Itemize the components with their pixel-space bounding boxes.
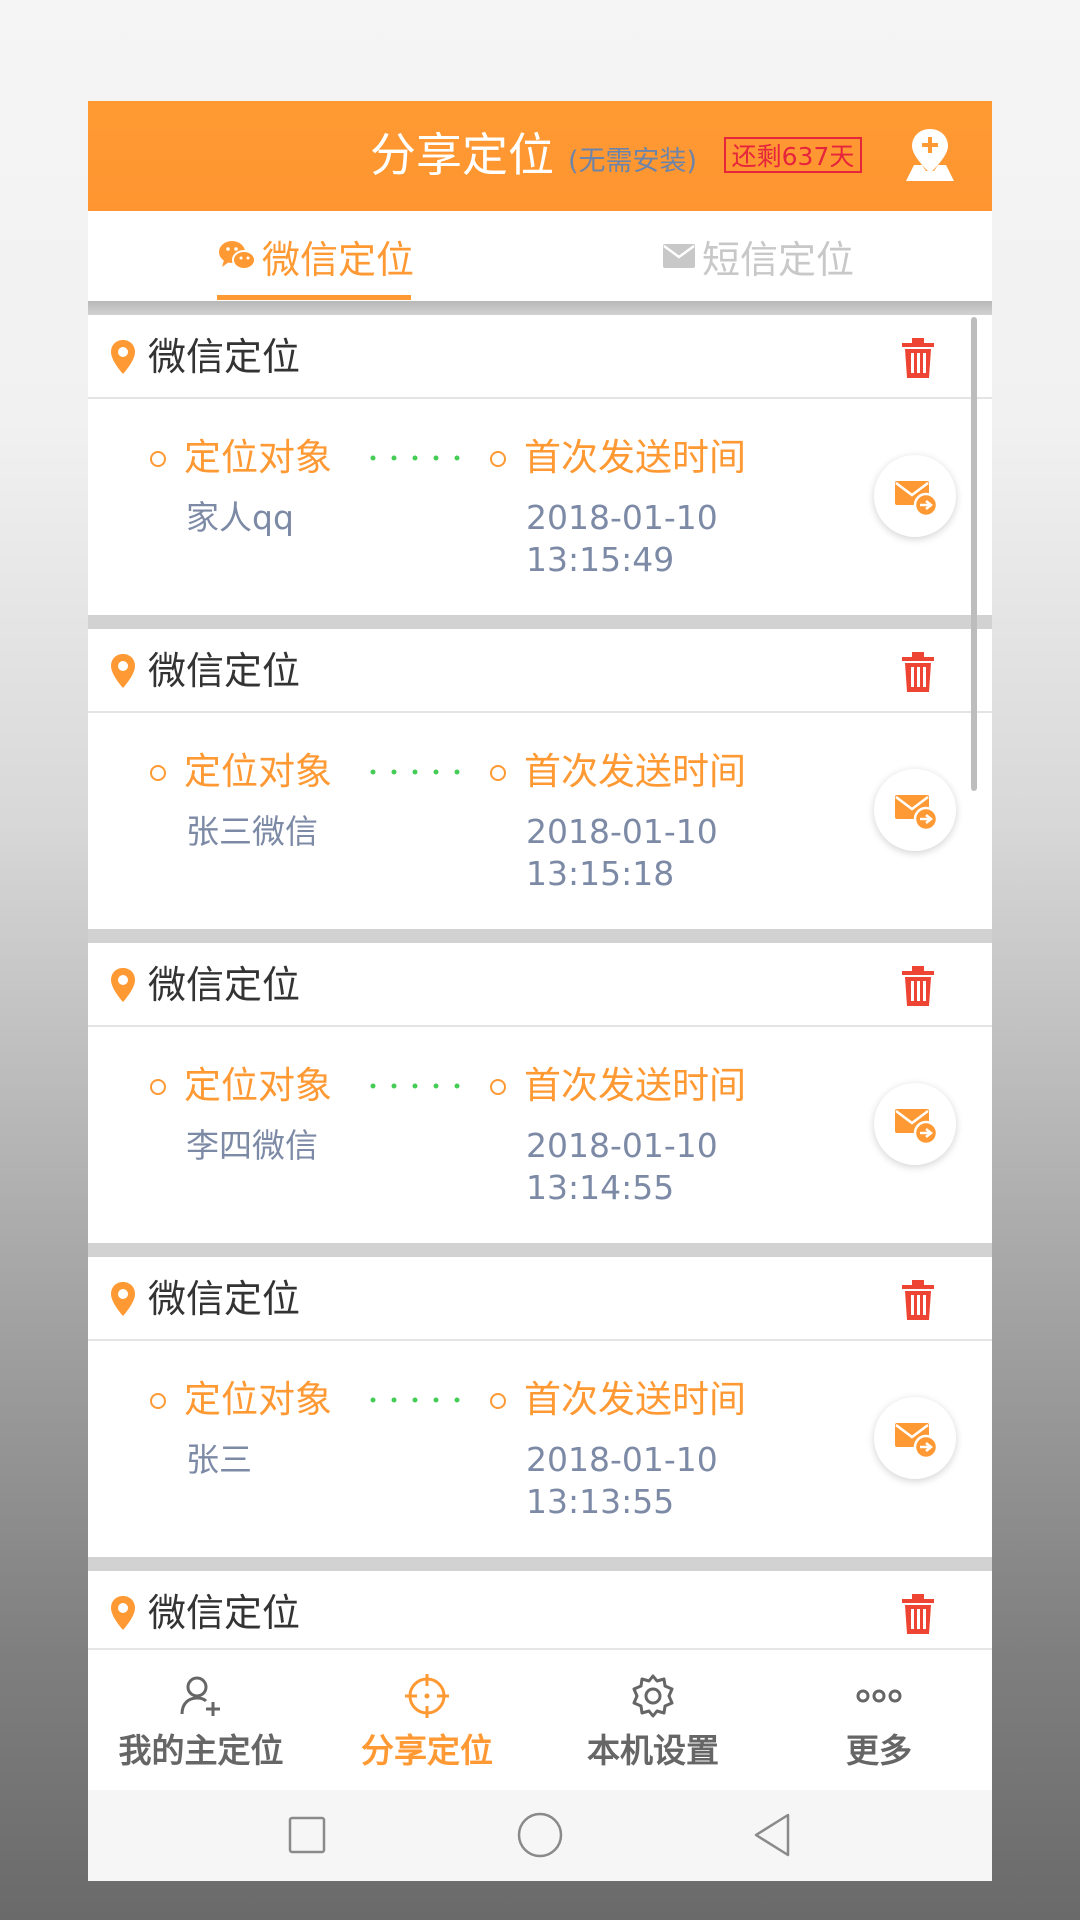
send-date: 2018-01-10 [526, 1126, 718, 1165]
ring-marker [150, 451, 166, 467]
nav-label: 分享定位 [361, 1731, 493, 1770]
nav-device-settings[interactable]: 本机设置 [540, 1650, 766, 1792]
tab-wechat-location[interactable]: 微信定位 [218, 211, 416, 301]
ring-marker [490, 765, 506, 781]
target-value: 家人qq [186, 498, 294, 537]
delete-icon[interactable] [900, 337, 936, 379]
resend-button[interactable] [874, 1397, 956, 1479]
mail-icon [663, 244, 695, 268]
active-tab-indicator [217, 295, 411, 300]
delete-icon[interactable] [900, 651, 936, 693]
location-pin-icon [111, 340, 135, 374]
send-mail-icon [895, 481, 938, 517]
send-date: 2018-01-10 [526, 1440, 718, 1479]
ring-marker [150, 765, 166, 781]
share-card-header: 微信定位 [88, 943, 992, 1027]
send-time: 13:13:55 [526, 1482, 675, 1521]
crosshair-icon [405, 1674, 449, 1718]
add-location-button[interactable] [900, 125, 960, 185]
target-value: 李四微信 [186, 1126, 318, 1165]
tab-wechat-label: 微信定位 [262, 237, 415, 282]
dotted-connector [370, 769, 460, 775]
share-card: 微信定位 定位对象 首次发送时间 家人qq 2018-01-10 13:15:4… [88, 315, 992, 615]
target-label: 定位对象 [184, 750, 332, 793]
nav-my-location[interactable]: 我的主定位 [88, 1650, 314, 1792]
share-card-title: 微信定位 [148, 1591, 301, 1635]
page-title: 分享定位 [370, 128, 554, 182]
send-date: 2018-01-10 [526, 812, 718, 851]
tab-sms-label: 短信定位 [702, 237, 855, 282]
recent-apps-icon[interactable] [282, 1810, 332, 1860]
back-icon[interactable] [748, 1810, 798, 1860]
first-send-time-label: 首次发送时间 [524, 1378, 746, 1421]
send-time: 13:14:55 [526, 1168, 675, 1207]
dotted-connector [370, 455, 460, 461]
share-card: 微信定位 定位对象 首次发送时间 李四微信 2018-01-10 13:14:5… [88, 943, 992, 1243]
share-card-title: 微信定位 [148, 649, 301, 693]
ring-marker [490, 451, 506, 467]
target-label: 定位对象 [184, 1064, 332, 1107]
share-card-header: 微信定位 [88, 629, 992, 713]
delete-icon[interactable] [900, 1279, 936, 1321]
app-screen: 分享定位 (无需安装) 还剩637天 微信定位 短信定位 微信定位 定位对象 首… [88, 101, 992, 1881]
first-send-time-label: 首次发送时间 [524, 436, 746, 479]
days-remaining-badge: 还剩637天 [724, 137, 862, 173]
share-card: 微信定位 定位对象 首次发送时间 张三微信 2018-01-10 13:15:1… [88, 629, 992, 929]
tab-bar: 微信定位 短信定位 [88, 211, 992, 301]
nav-label: 我的主定位 [118, 1731, 284, 1770]
share-card-header: 微信定位 [88, 1257, 992, 1341]
page-subtitle: (无需安装) [568, 146, 698, 177]
location-pin-icon [111, 1596, 135, 1630]
target-label: 定位对象 [184, 436, 332, 479]
delete-icon[interactable] [900, 965, 936, 1007]
bottom-nav: 我的主定位 分享定位 本机设置 更多 [88, 1648, 992, 1790]
location-pin-icon [111, 654, 135, 688]
ring-marker [490, 1393, 506, 1409]
add-user-icon [180, 1676, 220, 1716]
share-card-header: 微信定位 [88, 315, 992, 399]
target-value: 张三 [186, 1440, 252, 1479]
first-send-time-label: 首次发送时间 [524, 750, 746, 793]
scrollbar[interactable] [971, 317, 977, 791]
target-value: 张三微信 [186, 812, 318, 851]
gear-icon [632, 1674, 674, 1718]
dotted-connector [370, 1083, 460, 1089]
system-nav-bar [88, 1790, 992, 1881]
wechat-icon [219, 241, 256, 270]
share-card-title: 微信定位 [148, 963, 301, 1007]
resend-button[interactable] [874, 769, 956, 851]
send-mail-icon [895, 1423, 938, 1459]
send-date: 2018-01-10 [526, 498, 718, 537]
ring-marker [490, 1079, 506, 1095]
send-mail-icon [895, 795, 938, 831]
location-pin-icon [111, 1282, 135, 1316]
nav-more[interactable]: 更多 [766, 1650, 992, 1792]
app-header: 分享定位 (无需安装) 还剩637天 [88, 101, 992, 211]
ring-marker [150, 1079, 166, 1095]
resend-button[interactable] [874, 455, 956, 537]
location-pin-icon [111, 968, 135, 1002]
resend-button[interactable] [874, 1083, 956, 1165]
nav-label: 更多 [846, 1731, 912, 1770]
nav-label: 本机设置 [587, 1731, 719, 1770]
delete-icon[interactable] [900, 1593, 936, 1635]
target-label: 定位对象 [184, 1378, 332, 1421]
send-time: 13:15:49 [526, 540, 675, 579]
nav-share-location[interactable]: 分享定位 [314, 1650, 540, 1792]
share-card-title: 微信定位 [148, 1277, 301, 1321]
share-card-header: 微信定位 [88, 1571, 992, 1655]
dotted-connector [370, 1397, 460, 1403]
tabs-shadow [88, 301, 992, 315]
send-time: 13:15:18 [526, 854, 675, 893]
send-mail-icon [895, 1109, 938, 1145]
ring-marker [150, 1393, 166, 1409]
add-location-icon [906, 129, 954, 181]
first-send-time-label: 首次发送时间 [524, 1064, 746, 1107]
location-share-list[interactable]: 微信定位 定位对象 首次发送时间 家人qq 2018-01-10 13:15:4… [88, 315, 992, 1749]
more-icon [856, 1689, 902, 1703]
tab-sms-location[interactable]: 短信定位 [662, 211, 854, 301]
share-card: 微信定位 定位对象 首次发送时间 张三 2018-01-10 13:13:55 [88, 1257, 992, 1557]
share-card-title: 微信定位 [148, 335, 301, 379]
home-icon[interactable] [515, 1810, 565, 1860]
